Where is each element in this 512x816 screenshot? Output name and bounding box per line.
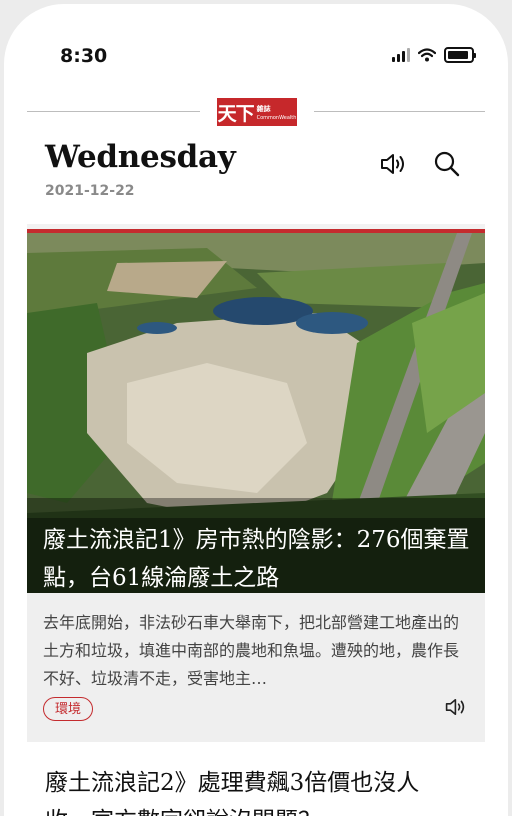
search-button[interactable]: [429, 146, 465, 182]
article-title[interactable]: 廢土流浪記1》房市熱的陰影：276個棄置點，台61線淪廢土之路: [43, 521, 473, 593]
article-hero-image[interactable]: 廢土流浪記1》房市熱的陰影：276個棄置點，台61線淪廢土之路: [27, 233, 485, 593]
page-title: Wednesday: [45, 139, 236, 175]
article-title[interactable]: 廢土流浪記2》處理費飆3倍價也沒人收，官方數字卻說沒問題？: [45, 764, 465, 816]
screen: 8:30 天下 雜誌 CommonWealth Wednesday 2021-1…: [4, 4, 508, 816]
header: 天下 雜誌 CommonWealth Wednesday 2021-12-22: [27, 74, 485, 224]
date-label: 2021-12-22: [45, 183, 135, 199]
category-tag[interactable]: 環境: [43, 697, 94, 721]
speaker-icon: [445, 699, 465, 715]
status-time: 8:30: [60, 45, 108, 67]
logo-mark: 天下: [217, 102, 255, 125]
wifi-icon: [418, 48, 436, 62]
battery-icon: [444, 47, 476, 63]
masthead-divider-right: [314, 111, 485, 112]
phone-frame: 8:30 天下 雜誌 CommonWealth Wednesday 2021-1…: [0, 0, 512, 816]
speaker-icon: [381, 154, 404, 174]
article-card[interactable]: 廢土流浪記1》房市熱的陰影：276個棄置點，台61線淪廢土之路 去年底開始，非法…: [27, 229, 485, 743]
logo-english: CommonWealth: [256, 114, 297, 121]
article-listen-button[interactable]: [445, 697, 469, 721]
article-summary: 去年底開始，非法砂石車大舉南下，把北部營建工地產出的土方和垃圾，填進中南部的農地…: [43, 613, 460, 688]
status-bar: 8:30: [4, 4, 508, 67]
signal-icon: [392, 48, 410, 62]
status-icons: [392, 47, 476, 63]
logo-subtext: 雜誌: [256, 104, 271, 113]
article-card[interactable]: 廢土流浪記2》處理費飆3倍價也沒人收，官方數字卻說沒問題？: [27, 742, 485, 816]
masthead-divider-left: [27, 111, 200, 112]
logo[interactable]: 天下 雜誌 CommonWealth: [217, 98, 297, 126]
app-content: 天下 雜誌 CommonWealth Wednesday 2021-12-22: [27, 74, 485, 816]
search-icon: [434, 151, 460, 177]
listen-button[interactable]: [377, 146, 413, 182]
